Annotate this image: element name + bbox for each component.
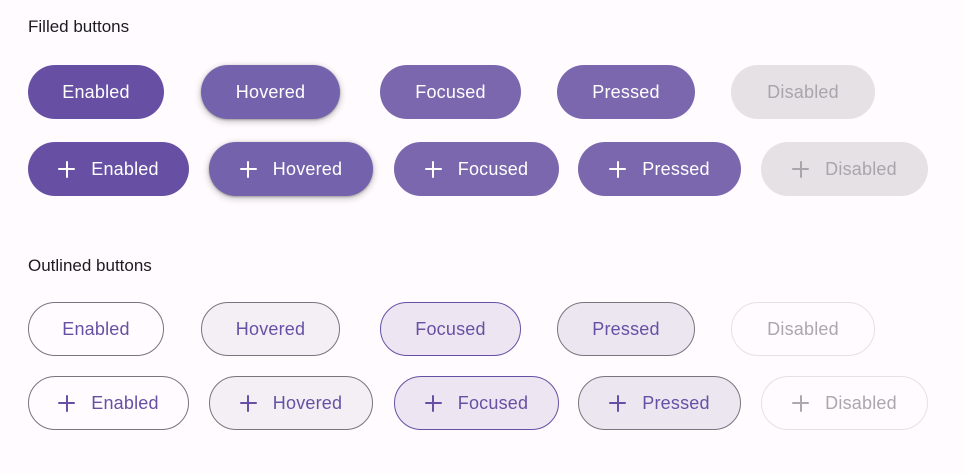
outlined-disabled-button: Disabled bbox=[731, 302, 875, 356]
button-label: Disabled bbox=[825, 392, 897, 413]
outlined-buttons-row-icon: Enabled Hovered Focused Pressed Disabled bbox=[0, 376, 964, 432]
button-label: Disabled bbox=[767, 318, 839, 339]
plus-icon bbox=[58, 160, 76, 178]
filled-buttons-row-icon: Enabled Hovered Focused Pressed Disabled bbox=[0, 142, 964, 198]
outlined-hovered-button[interactable]: Hovered bbox=[201, 302, 340, 356]
button-label: Hovered bbox=[272, 392, 343, 413]
outlined-disabled-icon-button: Disabled bbox=[761, 376, 928, 430]
button-label: Hovered bbox=[235, 318, 306, 339]
button-label: Hovered bbox=[272, 158, 343, 179]
plus-icon bbox=[609, 394, 627, 412]
filled-disabled-icon-button: Disabled bbox=[761, 142, 928, 196]
filled-disabled-button: Disabled bbox=[731, 65, 875, 119]
outlined-buttons-row-text: Enabled Hovered Focused Pressed Disabled bbox=[0, 302, 964, 358]
filled-focused-button[interactable]: Focused bbox=[380, 65, 521, 119]
filled-focused-icon-button[interactable]: Focused bbox=[394, 142, 559, 196]
filled-hovered-icon-button[interactable]: Hovered bbox=[209, 142, 373, 196]
button-label: Pressed bbox=[592, 318, 660, 339]
button-label: Enabled bbox=[91, 158, 159, 179]
outlined-buttons-heading: Outlined buttons bbox=[28, 256, 152, 275]
filled-enabled-button[interactable]: Enabled bbox=[28, 65, 164, 119]
outlined-hovered-icon-button[interactable]: Hovered bbox=[209, 376, 373, 430]
button-label: Hovered bbox=[235, 81, 306, 102]
button-label: Enabled bbox=[62, 81, 130, 102]
outlined-enabled-button[interactable]: Enabled bbox=[28, 302, 164, 356]
outlined-pressed-button[interactable]: Pressed bbox=[557, 302, 695, 356]
filled-enabled-icon-button[interactable]: Enabled bbox=[28, 142, 189, 196]
outlined-enabled-icon-button[interactable]: Enabled bbox=[28, 376, 189, 430]
filled-pressed-button[interactable]: Pressed bbox=[557, 65, 695, 119]
plus-icon bbox=[792, 394, 810, 412]
plus-icon bbox=[424, 394, 442, 412]
button-label: Focused bbox=[457, 158, 529, 179]
button-label: Enabled bbox=[62, 318, 130, 339]
button-label: Pressed bbox=[592, 81, 660, 102]
filled-hovered-button[interactable]: Hovered bbox=[201, 65, 340, 119]
plus-icon bbox=[609, 160, 627, 178]
plus-icon bbox=[239, 160, 257, 178]
outlined-focused-icon-button[interactable]: Focused bbox=[394, 376, 559, 430]
button-label: Focused bbox=[415, 318, 486, 339]
plus-icon bbox=[424, 160, 442, 178]
button-label: Pressed bbox=[642, 158, 710, 179]
button-label: Pressed bbox=[642, 392, 710, 413]
button-label: Enabled bbox=[91, 392, 159, 413]
outlined-focused-button[interactable]: Focused bbox=[380, 302, 521, 356]
filled-buttons-heading: Filled buttons bbox=[28, 17, 130, 36]
filled-pressed-icon-button[interactable]: Pressed bbox=[578, 142, 741, 196]
button-label: Focused bbox=[415, 81, 486, 102]
button-label: Focused bbox=[457, 392, 529, 413]
plus-icon bbox=[58, 394, 76, 412]
plus-icon bbox=[792, 160, 810, 178]
button-label: Disabled bbox=[825, 158, 897, 179]
button-label: Disabled bbox=[767, 81, 839, 102]
outlined-pressed-icon-button[interactable]: Pressed bbox=[578, 376, 741, 430]
filled-buttons-row-text: Enabled Hovered Focused Pressed Disabled bbox=[0, 65, 964, 121]
plus-icon bbox=[239, 394, 257, 412]
